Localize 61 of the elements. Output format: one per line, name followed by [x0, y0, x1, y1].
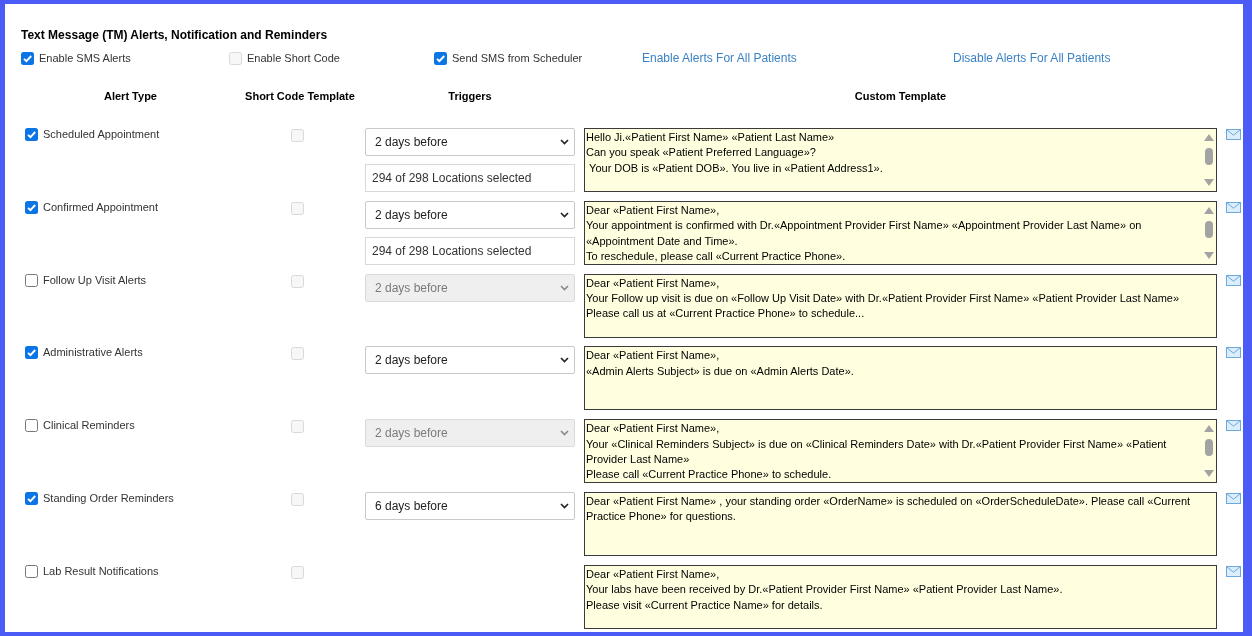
scroll-down-icon[interactable]: [1203, 251, 1214, 259]
chevron-down-icon: [560, 284, 569, 291]
link[interactable]: Enable Alerts For All Patients: [642, 51, 797, 65]
envelope-icon[interactable]: [1226, 129, 1241, 140]
template-field[interactable]: Dear «Patient First Name», Your appointment is confirmed with Dr.«Appointment Provider First Name» «Appointment Provider Last Name» on «Appointment Date and Time». To reschedule, please call «Current Practice Phone».: [584, 200, 1217, 265]
template-field[interactable]: Dear «Patient First Name», Your Follow up visit is due on «Follow Up Visit Date» with Dr.«Patient Provider First Name» «Patient Provider Last Name» Please call us at «Current Practice Phone» to schedule...: [584, 273, 1217, 338]
alert-type-label: Scheduled Appointment: [43, 128, 160, 141]
checkbox[interactable]: [25, 128, 38, 141]
envelope-icon[interactable]: [1226, 347, 1241, 359]
template-field[interactable]: Dear «Patient First Name», Your «Clinical Reminders Subject» is due on «Clinical Reminders Date» with Dr.«Patient Provider First Name» «Patient Provider Last Name» Please call «Current Practice Phone» to schedule.: [584, 419, 1217, 484]
chevron-down-icon: [560, 139, 569, 145]
alert-type-label: Confirmed Appointment: [43, 200, 158, 214]
envelope-icon[interactable]: [1226, 565, 1241, 577]
scrollbar-thumb[interactable]: [1204, 148, 1213, 165]
alert-type-label: Lab Result Notifications: [43, 564, 159, 578]
chevron-down-icon: [560, 430, 569, 437]
scroll-up-icon[interactable]: [1203, 206, 1214, 214]
scrollbar-thumb[interactable]: [1204, 220, 1213, 238]
trigger-dropdown[interactable]: 2 days before: [365, 128, 575, 156]
section-title: Text Message (TM) Alerts, Notification and Reminders: [21, 28, 329, 42]
alert-type-label: Standing Order Reminders: [43, 492, 174, 505]
locations-field[interactable]: 294 of 298 Locations selected: [365, 164, 575, 192]
trigger-dropdown[interactable]: 2 days before: [365, 346, 575, 375]
checkbox[interactable]: [434, 51, 447, 65]
checkbox[interactable]: [25, 200, 38, 214]
checkbox-label: Enable Short Code: [247, 51, 340, 65]
envelope-icon[interactable]: [1226, 201, 1241, 213]
template-field[interactable]: Dear «Patient First Name», «Admin Alerts Subject» is due on «Admin Alerts Date».: [584, 346, 1217, 411]
column-header: Alert Type: [104, 89, 157, 103]
envelope-icon[interactable]: [1226, 274, 1241, 286]
checkbox[interactable]: [25, 273, 38, 287]
checkbox[interactable]: [25, 346, 38, 360]
checkbox[interactable]: [25, 419, 38, 433]
checkbox[interactable]: [25, 564, 38, 578]
checkbox[interactable]: [25, 492, 38, 505]
alert-type-label: Administrative Alerts: [43, 346, 143, 360]
chevron-down-icon: [560, 211, 569, 218]
template-field[interactable]: Dear «Patient First Name», Your labs have been received by Dr.«Patient Provider First Name» «Patient Provider Last Name». Please visit «Current Practice Name» for details.: [584, 564, 1217, 629]
column-header: Short Code Template: [245, 89, 355, 103]
scroll-up-icon[interactable]: [1203, 134, 1214, 141]
chevron-down-icon: [560, 357, 569, 364]
envelope-icon[interactable]: [1226, 420, 1241, 432]
scrollbar-thumb[interactable]: [1204, 439, 1213, 457]
checkbox-label: Send SMS from Scheduler: [452, 51, 583, 65]
template-field[interactable]: Dear «Patient First Name» , your standing order «OrderName» is scheduled on «OrderScheduleDate». Please call «Current Practice Phone» for questions.: [584, 492, 1217, 556]
trigger-dropdown[interactable]: 2 days before: [365, 200, 575, 229]
link[interactable]: Disable Alerts For All Patients: [953, 51, 1111, 65]
checkbox[interactable]: [21, 51, 34, 65]
template-field[interactable]: Hello Ji.«Patient First Name» «Patient Last Name» Can you speak «Patient Preferred Language»? Your DOB is «Patient DOB». You live in «Patient Address1».: [584, 128, 1217, 192]
column-header: Triggers: [448, 89, 492, 103]
scroll-up-icon[interactable]: [1203, 425, 1214, 433]
checkbox-label: Enable SMS Alerts: [39, 51, 131, 65]
locations-field[interactable]: 294 of 298 Locations selected: [365, 236, 575, 265]
trigger-dropdown[interactable]: 6 days before: [365, 492, 575, 520]
scroll-down-icon[interactable]: [1203, 179, 1214, 186]
envelope-icon[interactable]: [1226, 493, 1241, 504]
chevron-down-icon: [560, 503, 569, 509]
scroll-down-icon[interactable]: [1203, 470, 1214, 478]
alert-type-label: Follow Up Visit Alerts: [43, 273, 147, 287]
alert-type-label: Clinical Reminders: [43, 419, 135, 433]
column-header: Custom Template: [854, 89, 947, 103]
